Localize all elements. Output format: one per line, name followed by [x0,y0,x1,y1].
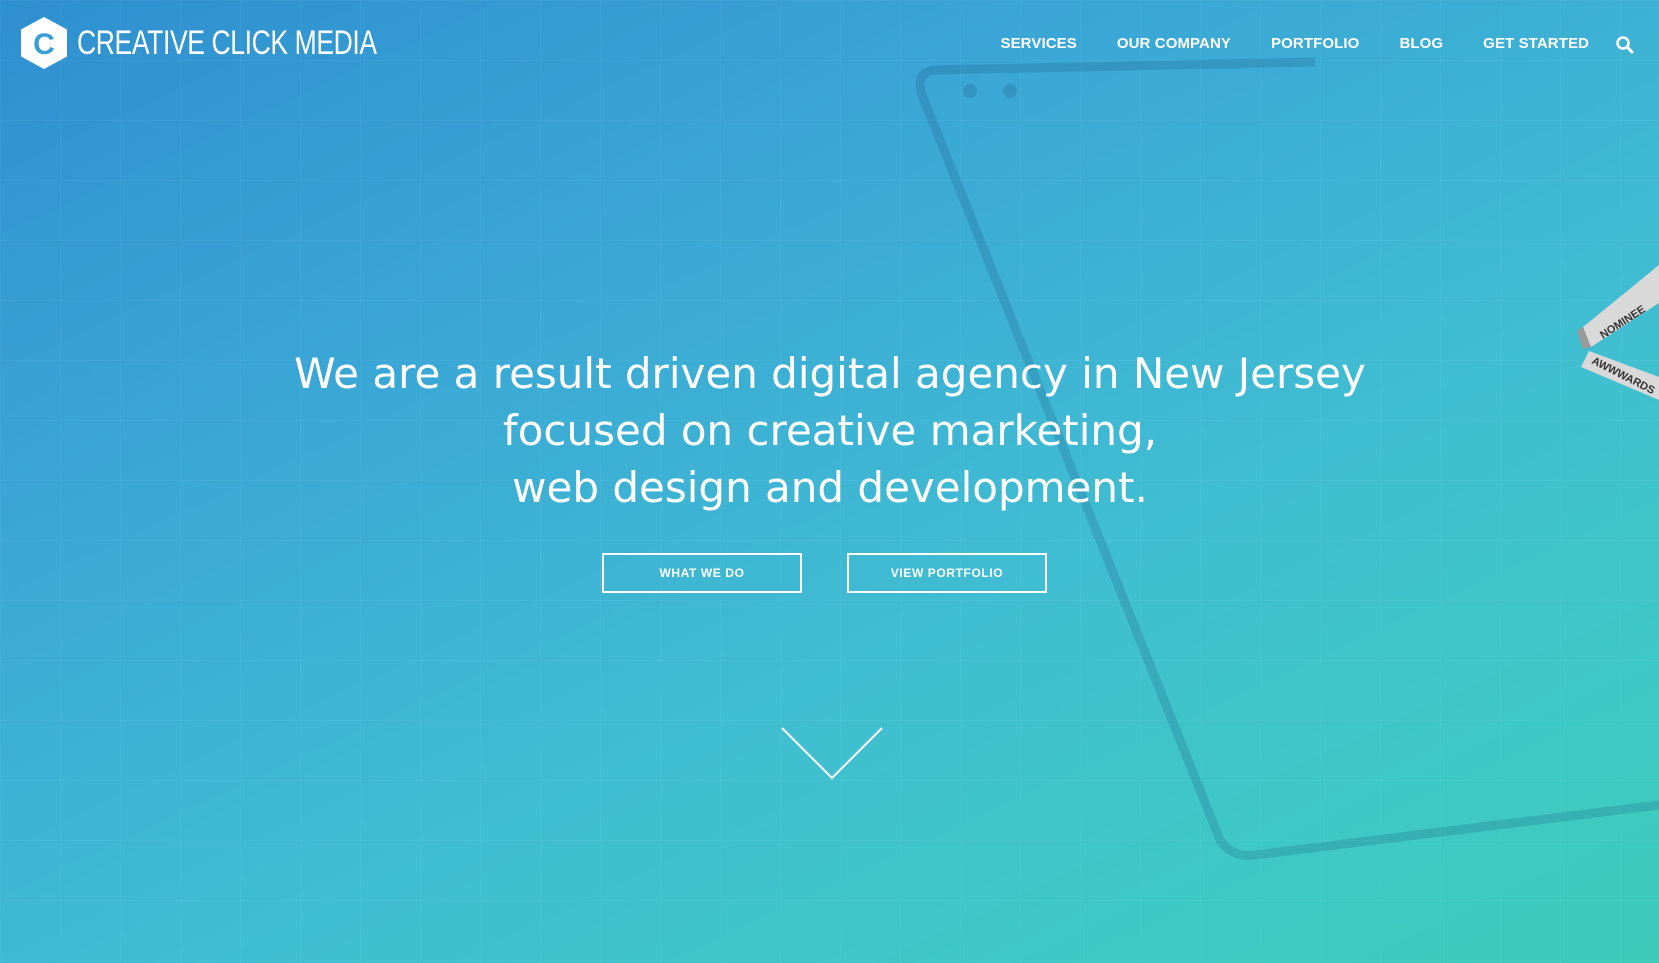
nav-blog[interactable]: BLOG [1399,35,1443,52]
cta-buttons: WHAT WE DO VIEW PORTFOLIO [602,553,1047,593]
main-nav: SERVICES OUR COMPANY PORTFOLIO BLOG GET … [960,35,1589,52]
headline-line-2: focused on creative marketing, [502,406,1158,455]
view-portfolio-button[interactable]: VIEW PORTFOLIO [847,553,1047,593]
site-logo[interactable]: C CREATIVE CLICK MEDIA [19,16,461,70]
logo-hexagon-icon: C [21,17,67,69]
nav-services[interactable]: SERVICES [1000,35,1076,52]
logo-letter: C [33,28,55,61]
nav-get-started[interactable]: GET STARTED [1483,35,1589,52]
nav-our-company[interactable]: OUR COMPANY [1117,35,1231,52]
nav-portfolio[interactable]: PORTFOLIO [1271,35,1359,52]
headline-line-1: We are a result driven digital agency in… [294,349,1366,398]
what-we-do-button[interactable]: WHAT WE DO [602,553,802,593]
hero-page: C CREATIVE CLICK MEDIA SERVICES OUR COMP… [0,0,1659,963]
brand-name: CREATIVE CLICK MEDIA [77,23,377,62]
headline-line-3: web design and development. [512,463,1148,512]
awwwards-nominee-ribbon[interactable]: NOMINEE AWWWARDS [1569,265,1659,400]
hero-headline: We are a result driven digital agency in… [230,345,1430,516]
chevron-down-icon[interactable] [780,726,884,782]
search-icon[interactable] [1615,35,1635,55]
